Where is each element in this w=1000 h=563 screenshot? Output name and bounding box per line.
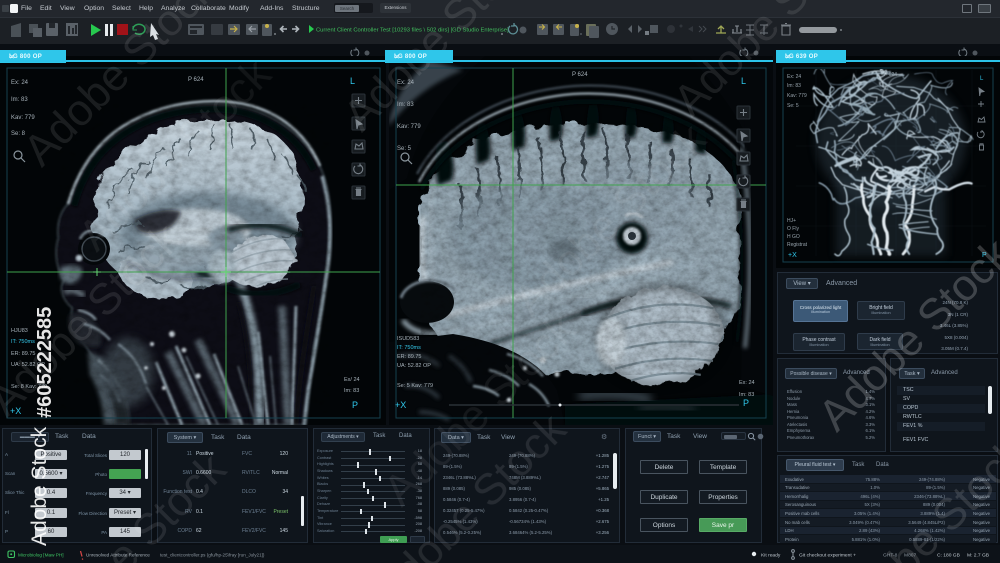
svg-text:+X: +X <box>10 406 21 416</box>
svg-text:IT: 750ms: IT: 750ms <box>11 339 35 345</box>
svg-text:M: 2.7 GB: M: 2.7 GB <box>967 553 989 559</box>
svg-text:Se: 8: Se: 8 <box>11 131 26 137</box>
svg-text:UA: 52.82 OP: UA: 52.82 OP <box>11 362 45 368</box>
svg-text:Unresolved Attribute Reference: Unresolved Attribute Reference <box>86 553 150 558</box>
svg-text:ER: 89.75: ER: 89.75 <box>397 354 421 360</box>
svg-text:HJ+: HJ+ <box>787 218 796 224</box>
svg-text:Ex: 24: Ex: 24 <box>787 74 801 80</box>
svg-text:P: P <box>982 252 987 259</box>
svg-text:L: L <box>350 76 355 86</box>
svg-text:Ex: 24: Ex: 24 <box>739 380 755 386</box>
svg-text:Kav: 779: Kav: 779 <box>397 124 421 130</box>
svg-text:O Fly: O Fly <box>787 226 799 232</box>
svg-text:P 624: P 624 <box>572 72 588 78</box>
svg-text:Kav: 779: Kav: 779 <box>11 115 35 121</box>
svg-text:P: P <box>743 398 749 408</box>
svg-text:Im: 83: Im: 83 <box>11 97 28 103</box>
svg-text:Ex/ 24: Ex/ 24 <box>344 377 360 383</box>
svg-text:Ex: 24: Ex: 24 <box>397 80 415 86</box>
svg-text:Se: 5 Kav: 779: Se: 5 Kav: 779 <box>397 383 433 389</box>
svg-text:Current Client Controller Test: Current Client Controller Test [10293 fi… <box>316 28 509 34</box>
svg-text:ISUD583: ISUD583 <box>397 336 419 342</box>
svg-text:+X: +X <box>395 400 406 410</box>
svg-text:P 624: P 624 <box>884 72 897 78</box>
svg-text:Im: 83: Im: 83 <box>787 83 801 89</box>
svg-text:+X: +X <box>788 252 797 259</box>
svg-text:UA: 52.82 OP: UA: 52.82 OP <box>397 363 431 369</box>
svg-text:Se: 8 Kav: 779: Se: 8 Kav: 779 <box>11 384 47 390</box>
svg-text:Ex: 24: Ex: 24 <box>11 80 29 86</box>
svg-text:H GO: H GO <box>787 234 800 240</box>
svg-text:Im: 83: Im: 83 <box>344 388 359 394</box>
svg-text:Registrat: Registrat <box>787 242 808 248</box>
svg-text:Se: 5: Se: 5 <box>787 103 799 109</box>
svg-text:Se: 5: Se: 5 <box>397 146 412 152</box>
svg-text:Im: 83: Im: 83 <box>397 102 414 108</box>
svg-text:test_clientcontroller.ps (gfu/: test_clientcontroller.ps (gfu/hp-25\fray… <box>160 553 265 558</box>
svg-text:C: 180 GB: C: 180 GB <box>937 553 960 559</box>
svg-text:M807: M807 <box>904 553 917 559</box>
svg-text:HJU83: HJU83 <box>11 328 28 334</box>
svg-text:IT: 750ms: IT: 750ms <box>397 345 421 351</box>
svg-text:Kit ready: Kit ready <box>761 553 781 559</box>
svg-text:ER: 89.75: ER: 89.75 <box>11 351 35 357</box>
svg-text:Microbiolog [Maw PH]: Microbiolog [Maw PH] <box>18 553 64 558</box>
svg-text:GHT-8: GHT-8 <box>883 553 898 559</box>
svg-text:Kav: 779: Kav: 779 <box>787 93 807 99</box>
svg-text:P: P <box>352 400 358 410</box>
svg-text:Git checkout experiment +: Git checkout experiment + <box>799 553 856 559</box>
svg-text:P 624: P 624 <box>188 77 204 83</box>
svg-text:L: L <box>741 76 746 86</box>
